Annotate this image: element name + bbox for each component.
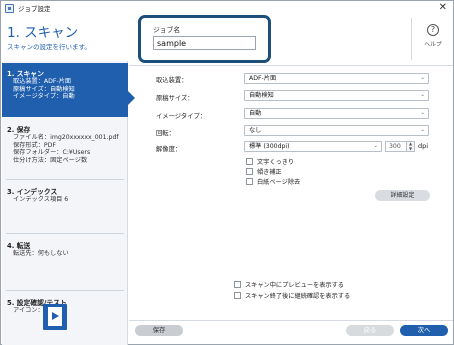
detail-settings-button[interactable]: 詳細設定 [375,190,430,201]
chevron-down-icon: ⌄ [420,110,425,116]
help-icon: ? [427,24,439,36]
sidebar-item-detail: ファイル名：img20xxxxxx_001.pdf [13,134,119,141]
sidebar-item-detail: 仕分け方法：固定ページ数 [13,156,88,164]
next-button[interactable]: 次へ [400,325,448,336]
sidebar-item-title: 4. 転送 [7,242,31,250]
dpi-spin-input[interactable]: 300 [385,141,407,152]
help-separator [411,18,412,60]
source-value: ADF-片面 [249,75,277,82]
sidebar-item-detail: 保存フォルダー：C:¥Users [13,149,91,157]
help-button[interactable]: ? ヘルプ [420,24,446,48]
job-settings-window: ジョブ設定 ✕ 1. スキャン スキャンの設定を行います。 1. スキャン 取込… [0,0,454,345]
confirm-continue-checkbox[interactable]: スキャン終了後に継続確認を表示する [234,291,350,300]
header-divider [129,65,453,66]
image-type-value: 自動 [249,110,262,117]
app-icon [5,3,14,13]
back-button[interactable]: 戻る [346,325,394,336]
checkbox-label: スキャン中にプレビューを表示する [245,282,344,289]
size-value: 自動検知 [249,92,274,99]
sidebar-item-title: 3. インデックス [7,188,58,196]
dpi-stepper[interactable]: ▲ ▼ [407,141,415,152]
job-name-input[interactable]: sample [153,36,256,50]
job-play-icon [43,304,67,330]
sharpen-text-checkbox[interactable]: 文字くっきり [246,157,294,166]
source-select[interactable]: ADF-片面 ⌄ [244,73,429,84]
sidebar-divider [6,179,124,180]
title-bar: ジョブ設定 ✕ [1,1,453,15]
sidebar-item-detail: 取込装置：ADF-片面 [13,78,72,85]
image-type-label: イメージタイプ： [156,113,207,120]
checkbox-label: 文字くっきり [257,159,295,166]
checkbox-box [246,178,253,185]
close-icon[interactable]: ✕ [439,2,447,14]
page-shape [48,307,62,326]
rotation-label: 回転： [156,130,175,137]
step-sidebar: 1. スキャン スキャンの設定を行います。 1. スキャン 取込装置：ADF-片… [2,15,135,345]
checkbox-label: スキャン終了後に継続確認を表示する [245,293,351,300]
play-glyph [52,312,59,320]
size-label: 原稿サイズ： [156,95,194,102]
checkbox-label: 白紙ページ除去 [257,179,301,186]
window-title: ジョブ設定 [18,5,51,13]
sidebar-item-transfer[interactable]: 4. 転送 転送先：何もしない [2,235,128,287]
checkbox-box [234,292,241,299]
chevron-down-icon: ⌄ [420,92,425,98]
resolution-select[interactable]: 標準 (300dpi) ⌄ [244,141,382,152]
sidebar-item-detail: 転送先：何もしない [13,250,69,257]
blank-page-removal-checkbox[interactable]: 白紙ページ除去 [246,177,300,186]
step-header: 1. スキャン スキャンの設定を行います。 [2,15,128,61]
sidebar-item-detail: インデックス項目 6 [13,196,69,203]
chevron-down-icon: ⌄ [420,75,425,81]
checkbox-box [246,168,253,175]
resolution-label: 解像度： [156,146,182,153]
sidebar-divider [6,290,124,291]
save-button[interactable]: 保存 [135,325,183,336]
job-name-panel: ジョブ名 sample [138,15,271,63]
help-label: ヘルプ [424,42,442,48]
sidebar-item-title: 1. スキャン [7,70,44,78]
image-type-select[interactable]: 自動 ⌄ [244,108,429,119]
rotation-select[interactable]: なし ⌄ [244,125,429,136]
dpi-unit: dpi [418,142,429,150]
rotation-value: なし [249,127,262,134]
deskew-checkbox[interactable]: 傾き補正 [246,167,282,176]
job-name-label: ジョブ名 [153,26,181,34]
chevron-down-icon: ⌄ [420,127,425,133]
page-title: 1. スキャン [7,25,79,41]
sidebar-divider [6,233,124,234]
size-select[interactable]: 自動検知 ⌄ [244,90,429,101]
checkbox-box [246,158,253,165]
chevron-down-icon: ⌄ [373,143,378,149]
page-subtitle: スキャンの設定を行います。 [7,43,91,51]
sidebar-item-detail: イメージタイプ：自動 [13,93,75,101]
resolution-value: 標準 (300dpi) [249,143,290,150]
sidebar-item-detail: アイコン： [13,307,44,314]
footer-divider [129,320,453,321]
sidebar-item-index[interactable]: 3. インデックス インデックス項目 6 [2,181,128,231]
sidebar-item-title: 5. 設定確認/テスト [7,299,67,307]
sidebar-item-save[interactable]: 2. 保存 ファイル名：img20xxxxxx_001.pdf 保存形式：PDF… [2,119,128,177]
sidebar-item-title: 2. 保存 [7,126,31,134]
active-step-arrow [128,91,135,105]
source-label: 取込装置： [156,77,188,84]
preview-during-scan-checkbox[interactable]: スキャン中にプレビューを表示する [234,280,344,289]
checkbox-box [234,281,241,288]
sidebar-item-scan[interactable]: 1. スキャン 取込装置：ADF-片面 原稿サイズ：自動検知 イメージタイプ：自… [2,63,135,117]
checkbox-label: 傾き補正 [257,169,282,176]
